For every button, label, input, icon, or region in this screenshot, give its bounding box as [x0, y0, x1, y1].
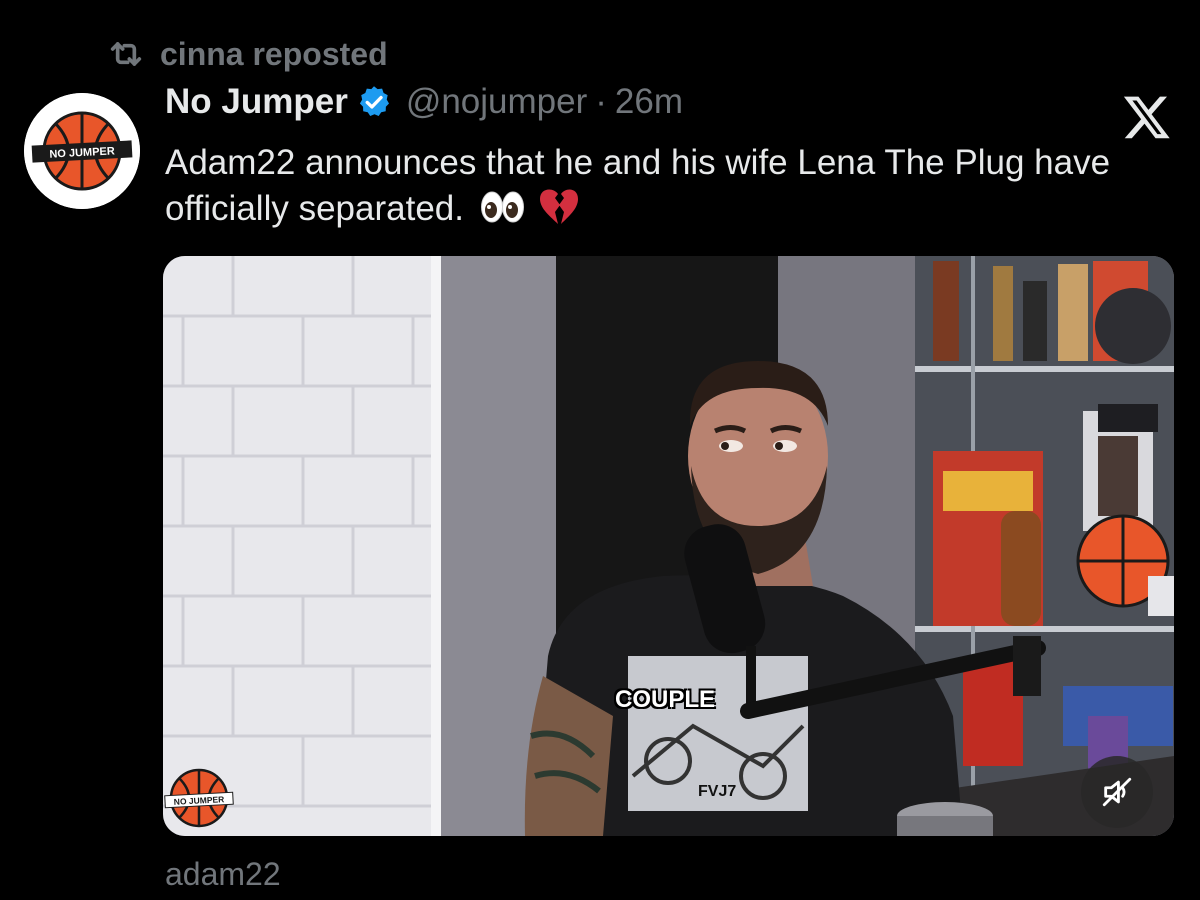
tweet-body: Adam22 announces that he and his wife Le… [165, 140, 1175, 238]
verified-badge-icon[interactable] [356, 84, 392, 120]
no-jumper-watermark-icon: NO JUMPER [163, 764, 235, 832]
tweet-text: Adam22 announces that he and his wife Le… [165, 143, 1111, 228]
shirt-print-text: FVJ7 [698, 783, 736, 800]
speaker-muted-icon [1102, 777, 1132, 807]
broken-heart-emoji-icon [539, 188, 579, 238]
eyes-emoji-icon [480, 190, 526, 236]
author-handle[interactable]: @nojumper [406, 82, 587, 122]
repost-indicator[interactable]: cinna reposted [106, 34, 388, 74]
x-logo-icon [1122, 92, 1172, 142]
author-display-name[interactable]: No Jumper [165, 82, 348, 122]
tweet-timestamp[interactable]: 26m [615, 82, 683, 122]
repost-label: cinna reposted [160, 35, 388, 72]
meta-separator: · [595, 82, 607, 121]
video-frame: FVJ7 [163, 256, 1174, 836]
tweet-header: No Jumper @nojumper · 26m [165, 82, 683, 122]
repost-icon [106, 34, 146, 74]
media-source-credit[interactable]: adam22 [165, 856, 281, 893]
video-caption: COUPLE [615, 686, 716, 713]
tweet-video[interactable]: FVJ7 COUPLE NO JUMPER [163, 256, 1174, 836]
mute-toggle-button[interactable] [1081, 756, 1153, 828]
author-avatar[interactable]: NO JUMPER [24, 93, 140, 209]
